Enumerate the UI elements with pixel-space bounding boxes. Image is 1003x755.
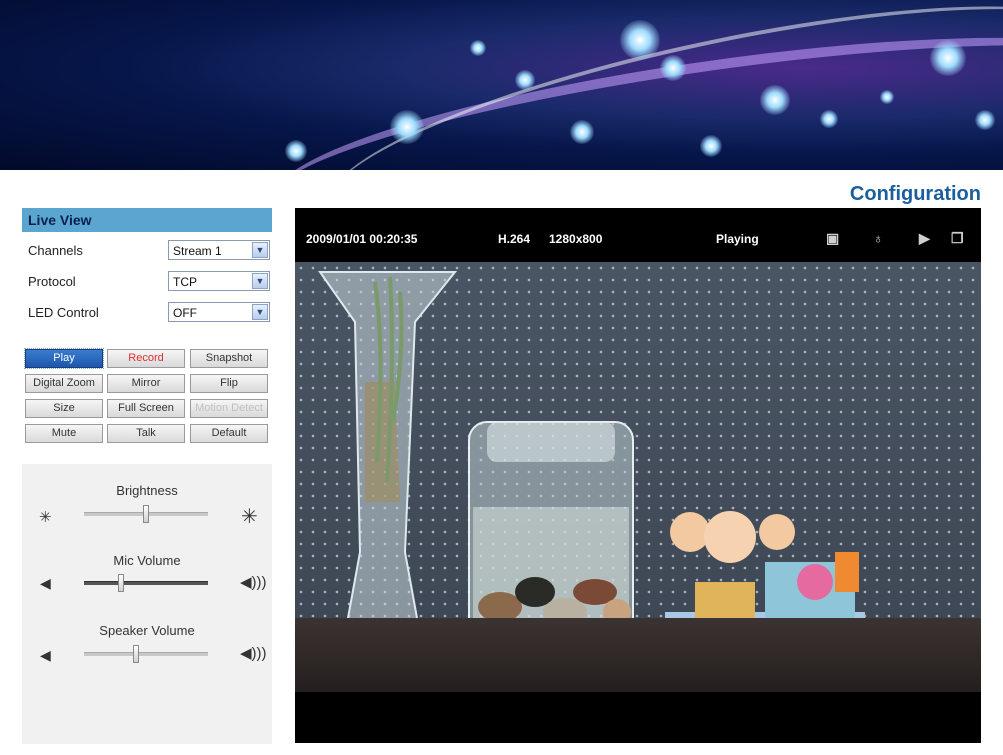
record-button[interactable]: Record	[107, 349, 185, 368]
channels-select[interactable]: Stream 1 ▼	[168, 240, 270, 260]
speaker-icon[interactable]: ▶	[919, 230, 930, 247]
mic-volume-slider[interactable]	[84, 574, 208, 592]
flip-button[interactable]: Flip	[190, 374, 268, 393]
speaker-volume-slider-thumb[interactable]	[133, 645, 139, 663]
brightness-slider[interactable]	[84, 505, 208, 523]
led-control-select[interactable]: OFF ▼	[168, 302, 270, 322]
full-screen-button[interactable]: Full Screen	[107, 399, 185, 418]
live-view-title: Live View	[22, 208, 272, 232]
protocol-select[interactable]: TCP ▼	[168, 271, 270, 291]
camera-image	[295, 262, 981, 692]
video-timestamp: 2009/01/01 00:20:35	[306, 232, 418, 246]
sun-small-icon: ✳	[39, 509, 52, 526]
mic-volume-label: Mic Volume	[113, 553, 181, 568]
led-control-row: LED Control OFF ▼	[28, 302, 272, 324]
chevron-down-icon[interactable]: ▼	[252, 242, 268, 258]
camera-record-icon[interactable]: ▣	[826, 230, 839, 247]
video-state: Playing	[716, 232, 759, 246]
mute-button[interactable]: Mute	[25, 424, 103, 443]
led-control-value: OFF	[173, 306, 197, 320]
header-banner	[0, 0, 1003, 170]
speaker-low-icon: ◀	[40, 647, 51, 663]
speaker-high-icon: ◀)))	[240, 645, 267, 662]
mirror-button[interactable]: Mirror	[107, 374, 185, 393]
brightness-label: Brightness	[116, 483, 178, 498]
chevron-down-icon[interactable]: ▼	[252, 273, 268, 289]
brightness-slider-thumb[interactable]	[143, 505, 149, 523]
window-icon[interactable]: ❐	[951, 230, 964, 247]
microphone-icon[interactable]: ♁	[873, 230, 884, 246]
slider-panel: Brightness ✳ ✳ Mic Volume ◀ ◀))) Speaker…	[22, 464, 272, 744]
speaker-volume-label: Speaker Volume	[99, 623, 195, 638]
mic-volume-slider-thumb[interactable]	[118, 574, 124, 592]
channels-row: Channels Stream 1 ▼	[28, 240, 272, 262]
sun-large-icon: ✳	[241, 506, 258, 528]
motion-detect-button[interactable]: Motion Detect	[190, 399, 268, 418]
configuration-link[interactable]: Configuration	[850, 183, 981, 206]
protocol-row: Protocol TCP ▼	[28, 271, 272, 293]
protocol-label: Protocol	[28, 274, 76, 289]
protocol-value: TCP	[173, 275, 197, 289]
video-resolution: 1280x800	[549, 232, 603, 246]
size-button[interactable]: Size	[25, 399, 103, 418]
video-status-bar: 2009/01/01 00:20:35 H.264 1280x800 Playi…	[295, 208, 981, 258]
video-codec: H.264	[498, 232, 531, 246]
snapshot-button[interactable]: Snapshot	[190, 349, 268, 368]
chevron-down-icon[interactable]: ▼	[252, 304, 268, 320]
video-viewer[interactable]: 2009/01/01 00:20:35 H.264 1280x800 Playi…	[295, 208, 981, 743]
default-button[interactable]: Default	[190, 424, 268, 443]
channels-value: Stream 1	[173, 244, 222, 258]
table-surface	[295, 618, 981, 692]
led-control-label: LED Control	[28, 305, 99, 320]
digital-zoom-button[interactable]: Digital Zoom	[25, 374, 103, 393]
play-button[interactable]: Play	[24, 348, 104, 369]
talk-button[interactable]: Talk	[107, 424, 185, 443]
speaker-volume-slider[interactable]	[84, 645, 208, 663]
speaker-high-icon: ◀)))	[240, 574, 267, 591]
channels-label: Channels	[28, 243, 83, 258]
speaker-low-icon: ◀	[40, 575, 51, 591]
